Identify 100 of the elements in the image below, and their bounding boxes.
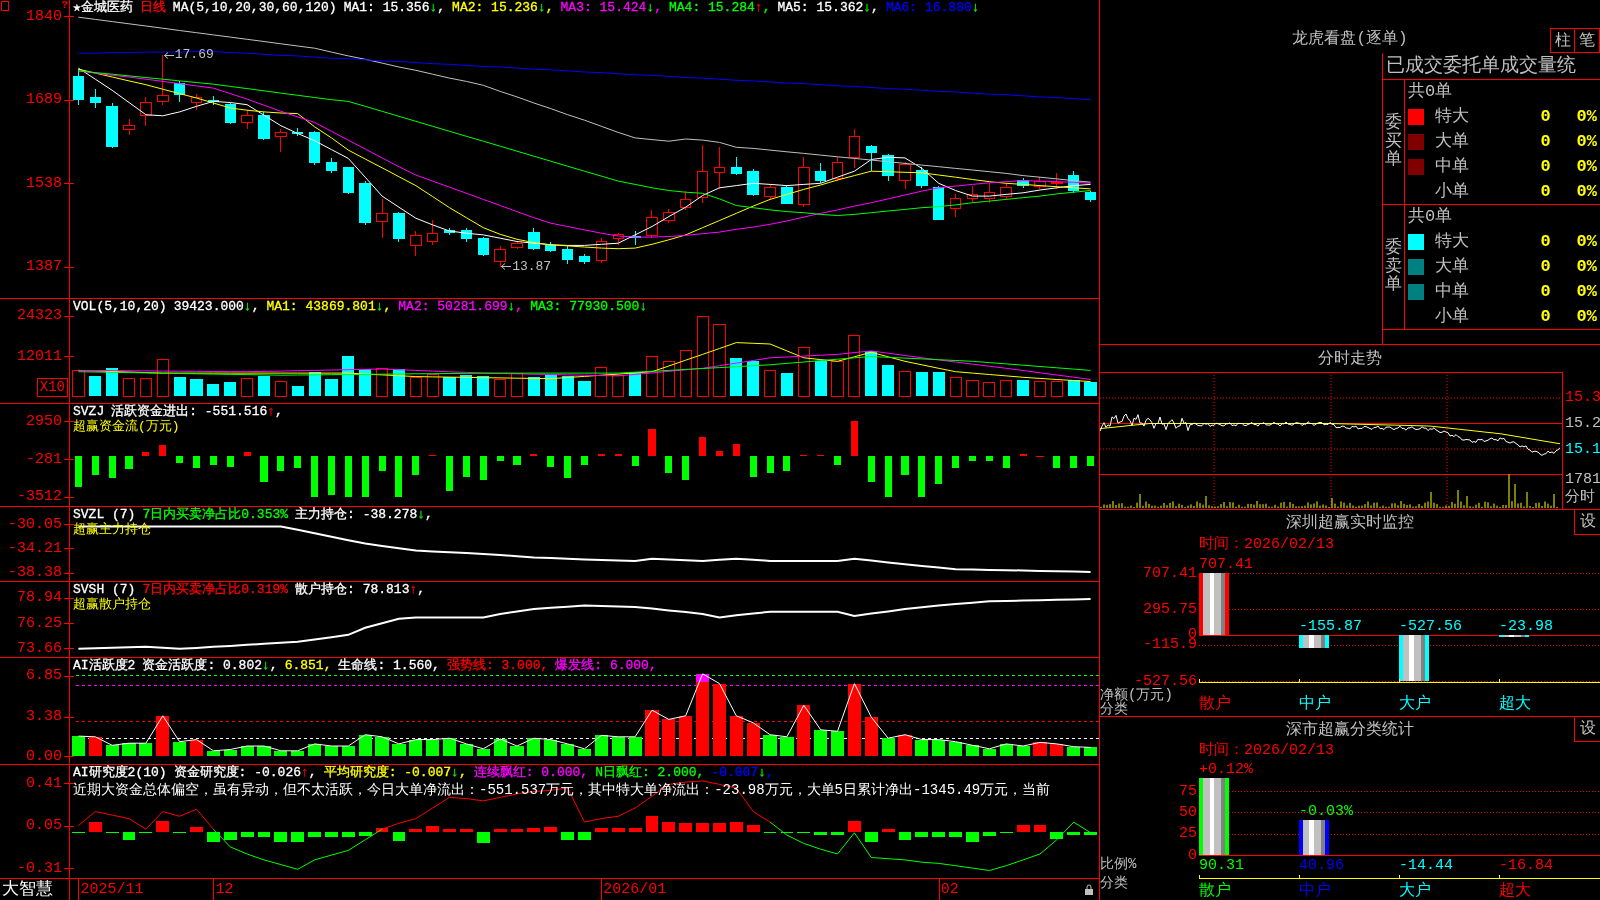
timestamp-text: 时间：2026/02/13 [1199, 742, 1334, 759]
order-count: 0 [1540, 131, 1551, 152]
order-count: 0 [1540, 156, 1551, 177]
table-title: 已成交委托单成交量统 [1386, 55, 1576, 77]
candle [578, 253, 591, 265]
axis-tick-label: 24323 [17, 308, 62, 324]
order-count: 0 [1540, 256, 1551, 277]
axis-tick-label: 6.85 [26, 668, 62, 684]
axis-tick-label: 0.41 [26, 775, 62, 791]
price-tick-label: 15.1 [1565, 440, 1600, 460]
bar-value-label: -527.56 [1399, 618, 1462, 634]
legend-text: 散户持仓: 78.813↑, [295, 582, 426, 597]
candle [713, 146, 726, 190]
axis-tick-label: -38.38 [8, 565, 62, 581]
axis-tick-label: 76.25 [17, 615, 62, 631]
candle [899, 161, 911, 190]
legend-text: 生命线: 1.560, [338, 658, 440, 673]
order-type: 大单 [1435, 256, 1469, 277]
order-type: 特大 [1435, 106, 1469, 127]
legend-text: 日线 [139, 0, 166, 15]
candle [1000, 182, 1012, 200]
date-label: 02 [940, 881, 959, 898]
candle [1017, 177, 1029, 189]
order-type: 中单 [1435, 156, 1469, 177]
order-percent: 0% [1576, 281, 1597, 302]
lock-icon[interactable] [1085, 884, 1093, 895]
order-total: 共0单 [1408, 81, 1453, 103]
date-label: 2026/01 [603, 881, 667, 898]
legend-text: 平均研究度: -0.007↓, [323, 765, 467, 780]
order-percent: 0% [1576, 181, 1597, 202]
legend-text: MA1: 15.356↓, [343, 0, 446, 15]
legend-text: AI研究度2(10) [73, 765, 167, 780]
legend-text: -0.007↓, [711, 765, 774, 780]
candle [561, 246, 574, 265]
unit-label: 分时 [1565, 490, 1595, 506]
order-count: 0 [1540, 281, 1551, 302]
order-type: 小单 [1435, 181, 1469, 202]
panel-title: 深市超赢分类统计 [1286, 720, 1414, 739]
axis-tick-label: 0 [1188, 847, 1197, 863]
legend-text: MA2: 50281.699↓, [398, 299, 524, 314]
axis-tick-label: 2950 [26, 413, 62, 429]
candle [933, 185, 945, 221]
order-count: 0 [1540, 106, 1551, 127]
order-count: 0 [1540, 231, 1551, 252]
order-total: 共0单 [1408, 206, 1453, 228]
candle [696, 144, 709, 204]
category-label: 超大 [1499, 696, 1531, 712]
chart-mode-button[interactable]: 柱 [1550, 28, 1575, 53]
axis-tick-label: 1387 [26, 259, 62, 275]
legend-text: VOL(5,10,20) [73, 299, 167, 314]
order-percent: 0% [1576, 156, 1597, 177]
order-percent: 0% [1576, 231, 1597, 252]
candle [89, 88, 102, 109]
candle [1034, 176, 1046, 190]
candle [831, 156, 844, 182]
axis-tick-label: 50 [1179, 804, 1197, 820]
axis-tick-label: 1689 [26, 92, 62, 108]
axis-tick-label: 12011 [17, 348, 62, 364]
axis-tick-label: 78.94 [17, 590, 62, 606]
bar-value-label: 707.41 [1199, 557, 1253, 572]
order-count: 0 [1540, 181, 1551, 202]
brand-label: 大智慧 [2, 880, 53, 899]
legend-text: 39423.000↓, [173, 299, 260, 314]
change-label: -0.03% [1299, 804, 1353, 820]
axis-tick-label: 3.38 [26, 709, 62, 725]
date-label: 12 [215, 881, 234, 898]
order-type: 中单 [1435, 281, 1469, 302]
axis-tick-label: -30.05 [8, 516, 62, 532]
legend-text: SVSH (7) [73, 582, 136, 597]
candle [764, 183, 776, 201]
order-percent: 0% [1576, 256, 1597, 277]
legend-text: 6.851, [284, 658, 332, 673]
chart-mode-button[interactable]: 笔 [1575, 28, 1600, 53]
legend-text: 资金研究度: -0.026↑, [173, 765, 317, 780]
axis-tick-label: 75 [1179, 783, 1197, 799]
date-label: 2025/11 [80, 881, 144, 898]
candle [646, 209, 658, 239]
settings-button[interactable]: 设 [1574, 510, 1600, 535]
candle [595, 237, 608, 264]
candle [730, 156, 743, 176]
legend-text: MA2: 15.236↓, [452, 0, 554, 15]
candle [612, 232, 624, 246]
legend-text: SVZL (7) [73, 507, 136, 522]
legend-text: 连续飘红: 0.000, [473, 765, 589, 780]
candle [663, 208, 675, 224]
candle [949, 193, 962, 218]
help-mark[interactable]: ? [61, 0, 68, 11]
candle [1051, 172, 1063, 190]
bar-value-label: -155.87 [1299, 618, 1362, 634]
candle [865, 144, 877, 172]
candle [747, 169, 759, 197]
arrow-icon [163, 51, 174, 59]
axis-tick-label: 25 [1179, 826, 1197, 842]
order-type: 特大 [1435, 231, 1469, 252]
candle [1067, 170, 1080, 194]
change-label: +0.12% [1199, 762, 1253, 777]
settings-button[interactable]: 设 [1574, 717, 1600, 742]
legend-text: MA3: 15.424↓, [560, 0, 662, 15]
indicator-subtitle: 超赢资金流(万元) [73, 419, 180, 434]
indicator-subtitle: 超赢散户持仓 [73, 597, 151, 612]
